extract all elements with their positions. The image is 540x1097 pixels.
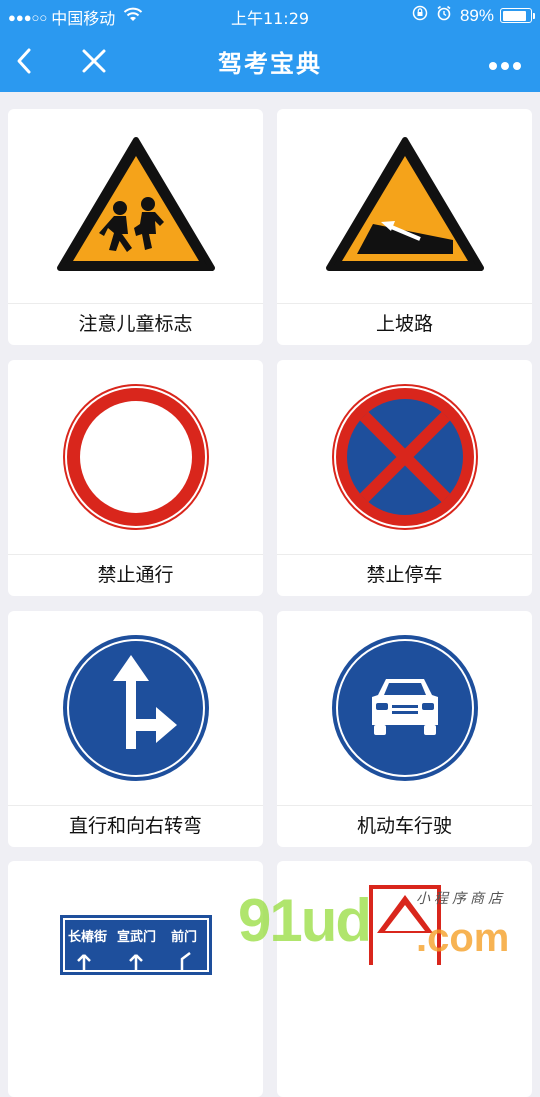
sign-label: 上坡路 <box>375 313 433 335</box>
alarm-icon <box>436 5 460 26</box>
orientation-lock-icon <box>412 5 436 26</box>
sign-image <box>277 109 532 303</box>
sign-label: 注意儿童标志 <box>78 313 193 335</box>
sign-card[interactable]: 直行和向右转弯 <box>8 611 263 847</box>
battery-fill <box>502 10 527 21</box>
sign-card[interactable]: 上坡路 <box>277 109 532 345</box>
sign-label: 机动车行驶 <box>356 815 452 837</box>
watermark-domain: .com <box>416 916 510 960</box>
guide-text-1: 长椿街 <box>68 929 107 945</box>
no-entry-sign-icon <box>62 384 209 530</box>
nav-bar: 驾考宝典 <box>0 30 540 92</box>
guide-text-2: 宣武门 <box>117 929 156 945</box>
sign-image <box>277 360 532 554</box>
direction-guide-sign-icon: 长椿街 宣武门 前门 <box>59 915 212 975</box>
sign-label: 禁止通行 <box>97 564 174 586</box>
sign-card[interactable]: 长椿街 宣武门 前门 <box>8 861 263 1097</box>
sign-card[interactable]: 禁止通行 <box>8 360 263 596</box>
status-bar: ●●●○○ 中国移动 上午11:29 89% <box>0 0 540 30</box>
sign-image: 长椿街 宣武门 前门 <box>8 861 263 1055</box>
battery-icon <box>500 8 535 23</box>
children-warning-sign-icon <box>56 137 215 271</box>
sign-label: 禁止停车 <box>366 564 443 586</box>
motor-vehicles-only-sign-icon <box>331 635 478 781</box>
page-title: 驾考宝典 <box>218 50 322 78</box>
uphill-warning-sign-icon <box>325 137 484 271</box>
sign-card[interactable]: 注意儿童标志 <box>8 109 263 345</box>
straight-or-right-turn-sign-icon <box>62 635 209 781</box>
watermark-subtitle: 小程序商店 <box>416 891 506 907</box>
no-stopping-sign-icon <box>331 384 478 530</box>
sign-image <box>277 611 532 805</box>
watermark: 91ud 小程序商店 .com <box>238 886 538 960</box>
sign-image <box>8 109 263 303</box>
watermark-logo: 91ud <box>238 887 372 954</box>
sign-image <box>8 360 263 554</box>
battery-percent: 89% <box>459 5 494 25</box>
more-button[interactable] <box>488 56 522 75</box>
guide-text-3: 前门 <box>171 929 197 945</box>
sign-card[interactable]: 机动车行驶 <box>277 611 532 847</box>
sign-image <box>8 611 263 805</box>
status-right: 89% <box>412 5 535 26</box>
sign-card[interactable]: 禁止停车 <box>277 360 532 596</box>
more-dots-icon <box>489 62 521 70</box>
sign-label: 直行和向右转弯 <box>68 815 202 837</box>
